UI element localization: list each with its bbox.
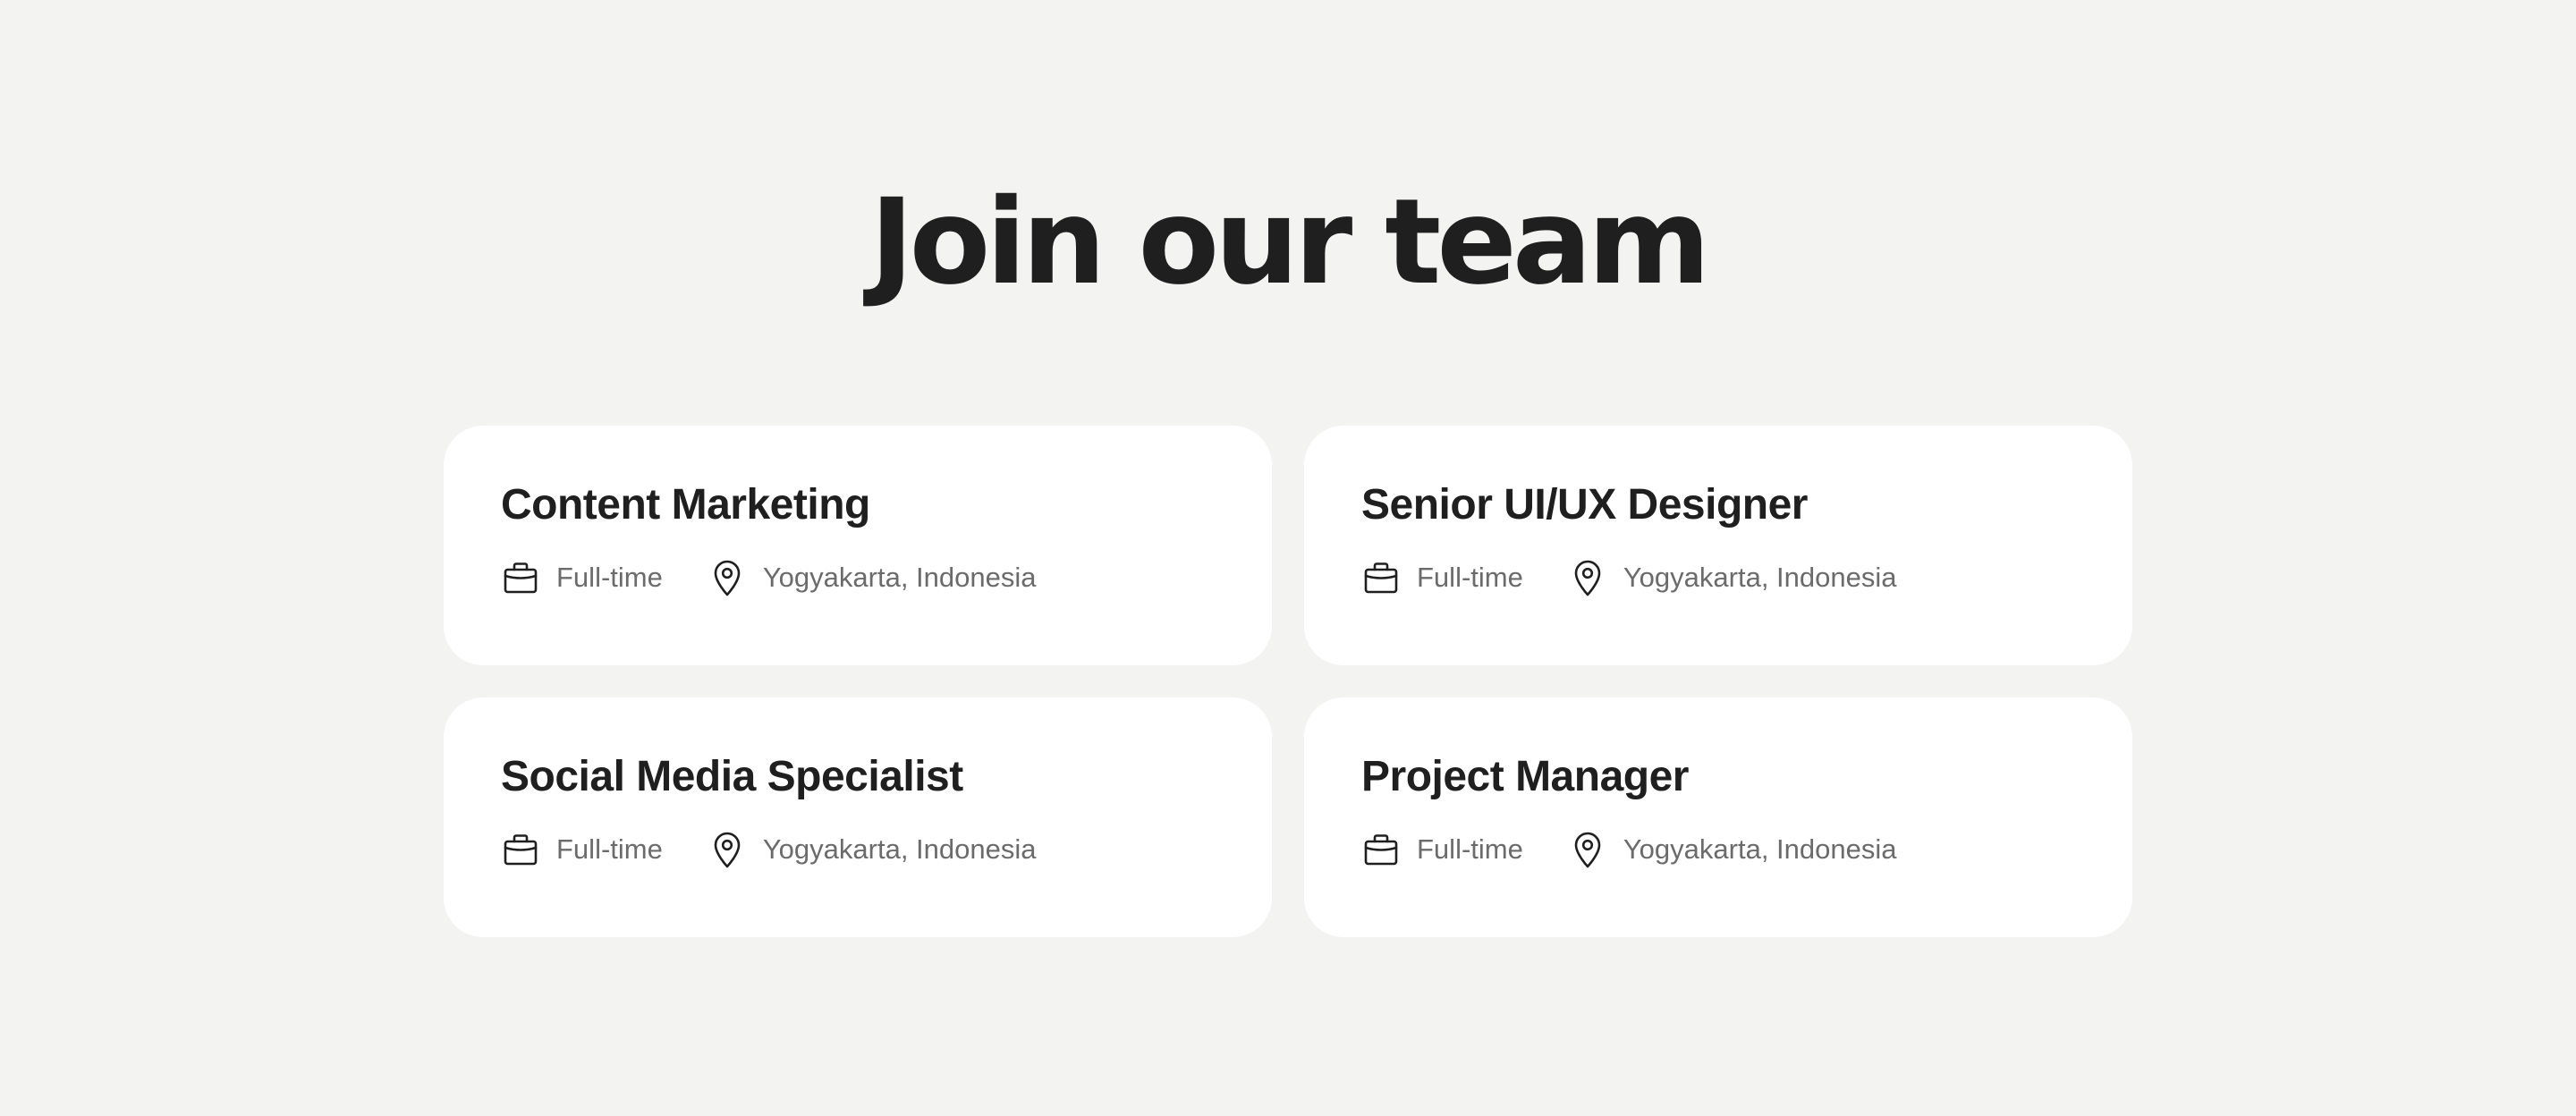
job-location-label: Yogyakarta, Indonesia bbox=[762, 562, 1037, 593]
job-title: Project Manager bbox=[1361, 753, 1689, 800]
map-pin-icon bbox=[708, 558, 747, 597]
briefcase-icon bbox=[1361, 830, 1401, 869]
job-listings: Content Marketing Full-time Yogyakarta, … bbox=[444, 426, 2132, 937]
job-card-project-manager[interactable]: Project Manager Full-time Yogyakarta, In… bbox=[1304, 698, 2132, 937]
job-type-label: Full-time bbox=[556, 562, 663, 593]
job-title: Social Media Specialist bbox=[501, 753, 963, 800]
job-card-senior-ui-ux-designer[interactable]: Senior UI/UX Designer Full-time Yogyakar… bbox=[1304, 426, 2132, 665]
job-location: Yogyakarta, Indonesia bbox=[708, 830, 1037, 869]
job-type: Full-time bbox=[501, 830, 663, 869]
job-meta: Full-time Yogyakarta, Indonesia bbox=[1361, 828, 2075, 871]
job-title: Content Marketing bbox=[501, 481, 870, 528]
map-pin-icon bbox=[708, 830, 747, 869]
job-type: Full-time bbox=[1361, 558, 1523, 597]
map-pin-icon bbox=[1568, 558, 1607, 597]
job-type-label: Full-time bbox=[1417, 833, 1523, 865]
job-meta: Full-time Yogyakarta, Indonesia bbox=[501, 556, 1215, 599]
job-type-label: Full-time bbox=[1417, 562, 1523, 593]
job-title: Senior UI/UX Designer bbox=[1361, 481, 1808, 528]
job-location: Yogyakarta, Indonesia bbox=[1568, 558, 1897, 597]
job-type-label: Full-time bbox=[556, 833, 663, 865]
job-type: Full-time bbox=[501, 558, 663, 597]
map-pin-icon bbox=[1568, 830, 1607, 869]
job-type: Full-time bbox=[1361, 830, 1523, 869]
briefcase-icon bbox=[501, 558, 540, 597]
job-location: Yogyakarta, Indonesia bbox=[1568, 830, 1897, 869]
job-meta: Full-time Yogyakarta, Indonesia bbox=[501, 828, 1215, 871]
page-title: Join our team bbox=[869, 173, 1711, 311]
job-location-label: Yogyakarta, Indonesia bbox=[1623, 833, 1897, 865]
job-location-label: Yogyakarta, Indonesia bbox=[762, 833, 1037, 865]
job-location-label: Yogyakarta, Indonesia bbox=[1623, 562, 1897, 593]
job-card-content-marketing[interactable]: Content Marketing Full-time Yogyakarta, … bbox=[444, 426, 1272, 665]
job-meta: Full-time Yogyakarta, Indonesia bbox=[1361, 556, 2075, 599]
briefcase-icon bbox=[501, 830, 540, 869]
job-card-social-media-specialist[interactable]: Social Media Specialist Full-time Yogyak… bbox=[444, 698, 1272, 937]
briefcase-icon bbox=[1361, 558, 1401, 597]
job-location: Yogyakarta, Indonesia bbox=[708, 558, 1037, 597]
